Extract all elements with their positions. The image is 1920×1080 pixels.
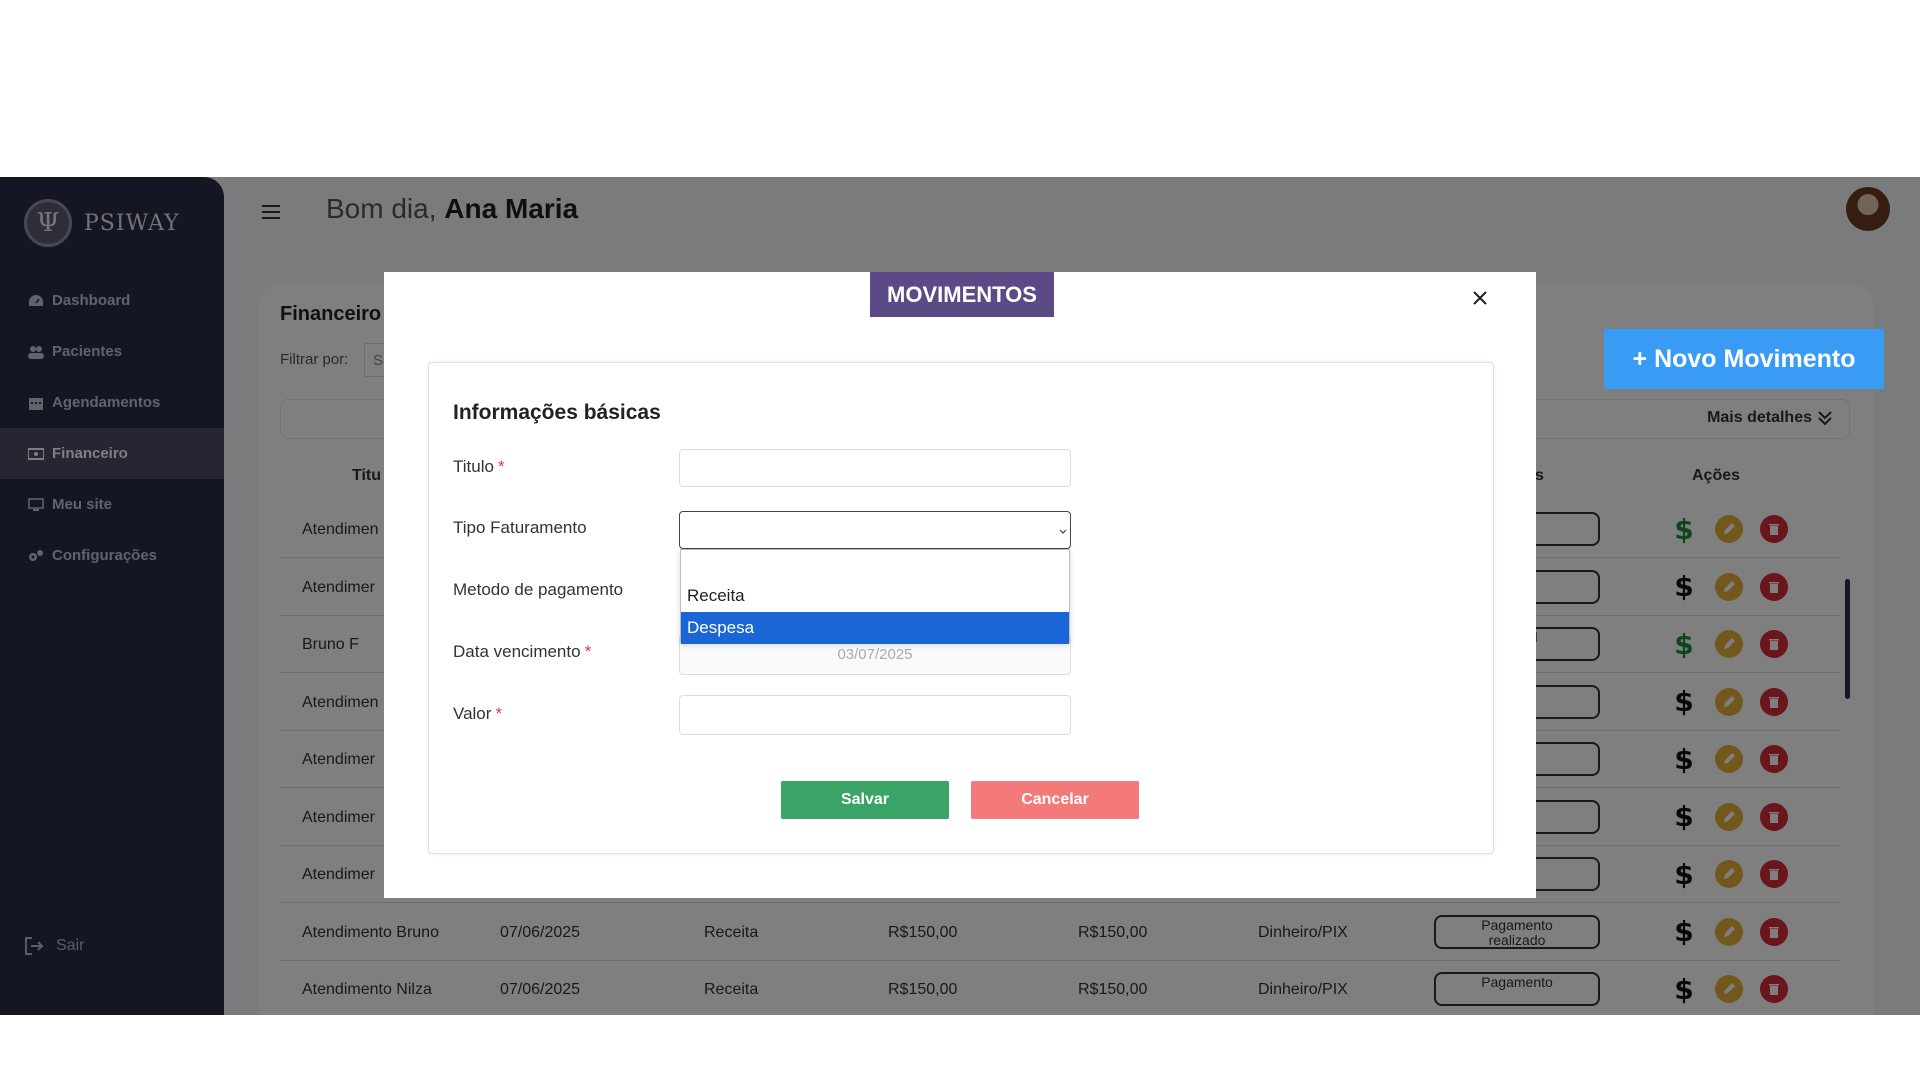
cancel-button[interactable]: Cancelar xyxy=(971,781,1139,819)
save-button[interactable]: Salvar xyxy=(781,781,949,819)
required-mark: * xyxy=(584,642,592,661)
valor-label-text: Valor xyxy=(453,704,492,723)
dropdown-option-receita[interactable]: Receita xyxy=(681,580,1069,612)
dropdown-option-despesa[interactable]: Despesa xyxy=(681,612,1069,644)
data-vencimento-label: Data vencimento * xyxy=(453,642,591,662)
tipo-faturamento-select[interactable] xyxy=(679,511,1071,549)
titulo-label-text: Titulo xyxy=(453,457,494,476)
titulo-label: Titulo * xyxy=(453,457,505,477)
data-label-text: Data vencimento xyxy=(453,642,581,661)
required-mark: * xyxy=(497,457,505,476)
tipo-faturamento-dropdown: Receita Despesa xyxy=(680,549,1070,644)
section-title: Informações básicas xyxy=(453,401,661,424)
movimentos-modal: MOVIMENTOS Informações básicas Titulo * T… xyxy=(384,272,1536,898)
chevron-down-icon xyxy=(1059,529,1067,534)
titulo-input[interactable] xyxy=(679,449,1071,487)
dropdown-option-empty[interactable] xyxy=(681,550,1069,580)
tipo-faturamento-label: Tipo Faturamento xyxy=(453,518,587,537)
close-icon[interactable] xyxy=(1470,288,1490,308)
valor-input[interactable] xyxy=(679,695,1071,735)
valor-label: Valor * xyxy=(453,704,502,724)
new-movement-button[interactable]: + Novo Movimento xyxy=(1604,329,1884,389)
modal-tag: MOVIMENTOS xyxy=(870,272,1054,317)
metodo-pagamento-label: Metodo de pagamento xyxy=(453,580,624,599)
basic-info-card: Informações básicas Titulo * Tipo Faturam… xyxy=(428,362,1494,854)
required-mark: * xyxy=(495,704,503,723)
